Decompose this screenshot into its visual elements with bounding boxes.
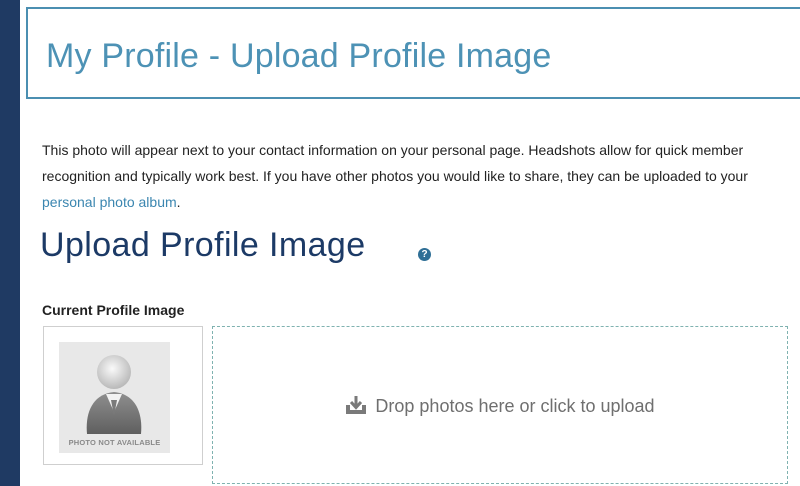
dropzone-content: Drop photos here or click to upload xyxy=(213,395,787,417)
person-silhouette-icon xyxy=(86,355,142,434)
photo-dropzone[interactable]: Drop photos here or click to upload xyxy=(212,326,788,484)
intro-text: This photo will appear next to your cont… xyxy=(42,142,748,184)
personal-photo-album-link[interactable]: personal photo album xyxy=(42,194,177,210)
upload-icon xyxy=(346,396,367,414)
intro-text-end: . xyxy=(176,194,181,210)
avatar: PHOTO NOT AVAILABLE xyxy=(59,342,170,453)
page-title-box: My Profile - Upload Profile Image xyxy=(26,7,800,99)
intro-paragraph: This photo will appear next to your cont… xyxy=(42,137,782,215)
avatar-caption: PHOTO NOT AVAILABLE xyxy=(68,438,161,447)
section-heading: Upload Profile Image xyxy=(40,226,366,264)
dropzone-text: Drop photos here or click to upload xyxy=(375,396,655,416)
question-circle-icon[interactable]: ? xyxy=(418,248,431,261)
current-profile-image-label: Current Profile Image xyxy=(42,302,185,318)
page: My Profile - Upload Profile Image This p… xyxy=(20,0,800,486)
page-title: My Profile - Upload Profile Image xyxy=(46,37,552,75)
current-profile-image-frame: PHOTO NOT AVAILABLE xyxy=(43,326,203,465)
